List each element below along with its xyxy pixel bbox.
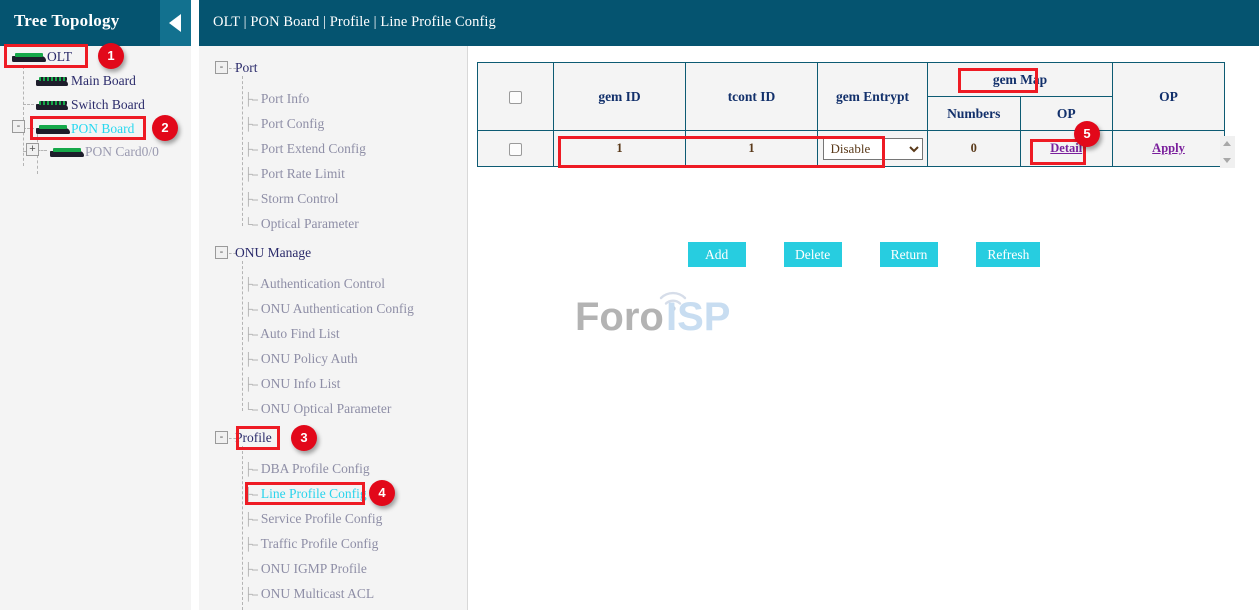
cell-op: Apply: [1113, 131, 1225, 167]
menu-expander-profile[interactable]: -: [215, 431, 228, 444]
menu-item-port-extend-config[interactable]: ├-- Port Extend Config: [244, 141, 366, 157]
scroll-down-arrow-icon[interactable]: [1223, 158, 1231, 163]
tree-node-pon-card[interactable]: PON Card0/0: [50, 143, 159, 160]
row-select-checkbox[interactable]: [509, 143, 522, 156]
cell-gem-entrypt: Disable: [818, 131, 928, 167]
tree-collapse-button[interactable]: [160, 0, 191, 46]
add-button[interactable]: Add: [688, 242, 746, 267]
tree-node-switch-board[interactable]: Switch Board: [36, 96, 145, 113]
menu-expander-port[interactable]: -: [215, 61, 228, 74]
menu-item-line-profile-config[interactable]: ├-- Line Profile Config: [244, 486, 367, 502]
menu-item-service-profile-config[interactable]: ├-- Service Profile Config: [244, 511, 382, 527]
tree-node-pon-board[interactable]: PON Board: [36, 120, 134, 137]
menu-item-authentication-control[interactable]: ├-- Authentication Control: [244, 276, 385, 292]
menu-item-onu-multicast-acl[interactable]: ├-- ONU Multicast ACL: [244, 586, 374, 602]
select-all-header-cell: [478, 63, 554, 131]
tree-topology-body: OLT Main Board Switch Board - PON Board: [0, 46, 191, 610]
tree-node-main-board[interactable]: Main Board: [36, 72, 136, 89]
menu-item-optical-parameter[interactable]: └-- Optical Parameter: [244, 216, 359, 232]
menu-item-onu-optical-parameter[interactable]: └-- ONU Optical Parameter: [244, 401, 391, 417]
cell-gem-map-op: Detail: [1020, 131, 1113, 167]
tree-topology-header: Tree Topology: [0, 0, 191, 46]
menu-item-traffic-profile-config[interactable]: ├-- Traffic Profile Config: [244, 536, 378, 552]
scroll-up-arrow-icon[interactable]: [1223, 141, 1231, 146]
foroisp-logo-svg: Foro ISP: [573, 282, 753, 344]
menu-item-onu-authentication-config[interactable]: ├-- ONU Authentication Config: [244, 301, 414, 317]
menu-item-port-rate-limit[interactable]: ├-- Port Rate Limit: [244, 166, 345, 182]
header-gem-entrypt: gem Entrypt: [818, 63, 928, 131]
apply-link[interactable]: Apply: [1152, 141, 1185, 155]
cell-tcont-id: 1: [686, 131, 818, 167]
row-select-cell: [478, 131, 554, 167]
main-content-area: gem ID tcont ID gem Entrypt gem Map OP N…: [469, 46, 1259, 610]
return-button[interactable]: Return: [880, 242, 939, 267]
menu-connector-line: [242, 261, 243, 411]
tree-connector-line: [23, 104, 34, 105]
header-gem-map-op: OP: [1020, 97, 1113, 131]
watermark-text-isp: ISP: [666, 295, 730, 339]
header-tcont-id: tcont ID: [686, 63, 818, 131]
row-vertical-scrollbar[interactable]: [1220, 136, 1235, 168]
tree-topology-panel: Tree Topology OLT Main B: [0, 0, 191, 610]
header-op: OP: [1113, 63, 1225, 131]
menu-group-port[interactable]: Port: [235, 60, 258, 76]
menu-item-auto-find-list[interactable]: ├-- Auto Find List: [244, 326, 340, 342]
header-gem-map-numbers: Numbers: [928, 97, 1021, 131]
select-all-checkbox[interactable]: [509, 91, 522, 104]
header-gem-map: gem Map: [928, 63, 1113, 97]
menu-item-storm-control[interactable]: ├-- Storm Control: [244, 191, 339, 207]
refresh-button[interactable]: Refresh: [976, 242, 1040, 267]
line-profile-table: gem ID tcont ID gem Entrypt gem Map OP N…: [477, 62, 1225, 167]
cell-gem-id: 1: [554, 131, 686, 167]
device-card-icon: [50, 146, 84, 157]
delete-button[interactable]: Delete: [784, 242, 842, 267]
device-olt-icon: [12, 51, 46, 62]
action-button-row: Add Delete Return Refresh: [469, 242, 1259, 267]
menu-item-onu-info-list[interactable]: ├-- ONU Info List: [244, 376, 340, 392]
device-board-icon: [36, 99, 70, 110]
menu-item-port-info[interactable]: ├-- Port Info: [244, 91, 309, 107]
menu-item-onu-igmp-profile[interactable]: ├-- ONU IGMP Profile: [244, 561, 367, 577]
watermark-text-foro: Foro: [575, 295, 664, 339]
table-row: 1 1 Disable 0 Detail Apply: [478, 131, 1225, 167]
line-profile-table-wrapper: gem ID tcont ID gem Entrypt gem Map OP N…: [477, 62, 1225, 167]
cell-gem-map-numbers: 0: [928, 131, 1021, 167]
menu-connector-line: [242, 76, 243, 226]
menu-item-dba-profile-config[interactable]: ├-- DBA Profile Config: [244, 461, 370, 477]
tree-node-olt[interactable]: OLT: [12, 48, 72, 65]
menu-connector-line: [242, 446, 243, 610]
device-pon-icon: [36, 123, 70, 134]
table-header-row-primary: gem ID tcont ID gem Entrypt gem Map OP: [478, 63, 1225, 97]
tree-topology-title: Tree Topology: [14, 11, 119, 31]
page-topbar: OLT | PON Board | Profile | Line Profile…: [199, 0, 1259, 46]
triangle-left-icon: [169, 14, 181, 32]
device-board-icon: [36, 75, 70, 86]
menu-item-port-config[interactable]: ├-- Port Config: [244, 116, 324, 132]
tree-expander-pon-board[interactable]: -: [12, 120, 25, 133]
olt-web-management-page: Tree Topology OLT Main B: [0, 0, 1259, 610]
breadcrumb: OLT | PON Board | Profile | Line Profile…: [213, 14, 496, 31]
menu-expander-onu-manage[interactable]: -: [215, 246, 228, 259]
detail-link[interactable]: Detail: [1050, 141, 1082, 155]
menu-group-onu-manage[interactable]: ONU Manage: [235, 245, 311, 261]
menu-item-onu-policy-auth[interactable]: ├-- ONU Policy Auth: [244, 351, 358, 367]
tree-expander-pon-card[interactable]: +: [26, 143, 39, 156]
header-gem-id: gem ID: [554, 63, 686, 131]
menu-group-profile[interactable]: Profile: [235, 430, 272, 446]
gem-entrypt-select[interactable]: Disable: [823, 138, 923, 160]
foroisp-watermark-logo: Foro ISP: [573, 282, 753, 344]
feature-menu-panel: - Port ├-- Port Info ├-- Port Config ├--…: [199, 46, 468, 610]
